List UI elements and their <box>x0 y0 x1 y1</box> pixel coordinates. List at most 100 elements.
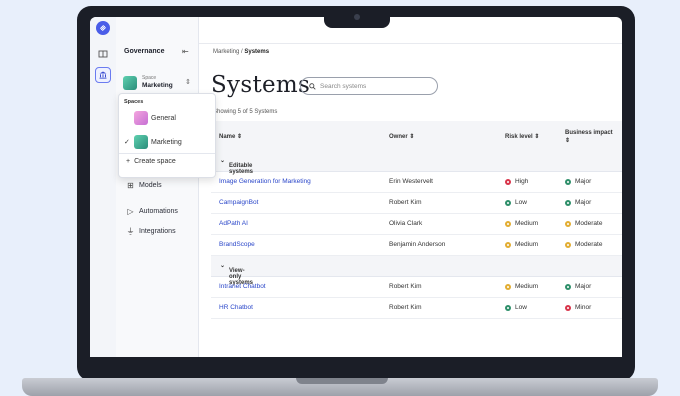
create-space-label: Create space <box>134 158 176 165</box>
spaces-dropdown: Spaces General ✓ Marketing + Create spac… <box>118 93 216 178</box>
status-dot-icon <box>565 304 571 311</box>
impact-label: Major <box>575 178 592 185</box>
system-name-link[interactable]: BrandScope <box>219 241 255 248</box>
space-kicker: Space <box>142 75 157 81</box>
app-logo-icon[interactable] <box>96 21 110 35</box>
sidebar-item-label: Automations <box>139 208 178 215</box>
table-group-header[interactable]: ⌄ Editable systems <box>211 151 622 175</box>
top-bar <box>199 17 622 44</box>
divider <box>119 153 215 154</box>
system-name-link[interactable]: Intranet Chatbot <box>219 283 266 290</box>
governance-icon[interactable] <box>95 67 111 83</box>
risk-label: High <box>515 178 529 185</box>
impact-label: Moderate <box>575 241 603 248</box>
risk-level-cell: Medium <box>505 241 538 248</box>
status-dot-icon <box>565 283 571 290</box>
check-icon: ✓ <box>124 139 130 146</box>
breadcrumb: Marketing / Systems <box>213 49 269 55</box>
plug-icon: ⏚ <box>126 227 135 236</box>
sidebar-title: Governance <box>124 48 165 55</box>
risk-label: Medium <box>515 220 539 227</box>
plus-icon: + <box>126 158 131 165</box>
space-thumbnail <box>123 76 137 90</box>
sidebar-item-models[interactable]: ⊞ Models <box>126 181 162 190</box>
dropdown-heading: Spaces <box>124 99 144 105</box>
space-option-general[interactable]: General <box>124 109 210 127</box>
search-box[interactable] <box>300 77 438 95</box>
risk-level-cell: Low <box>505 199 527 206</box>
risk-level-cell: Medium <box>505 220 538 227</box>
owner-cell: Benjamin Anderson <box>389 241 446 248</box>
breadcrumb-parent[interactable]: Marketing <box>213 49 239 55</box>
collapse-left-icon[interactable]: ⇤ <box>182 47 189 56</box>
group-label: ⌄ Editable systems <box>220 158 254 175</box>
space-name: Marketing <box>142 82 173 89</box>
system-name-link[interactable]: Image Generation for Marketing <box>219 178 311 185</box>
search-input[interactable] <box>320 82 430 90</box>
risk-label: Medium <box>515 283 539 290</box>
risk-label: Low <box>515 304 527 311</box>
table-group-header[interactable]: ⌄ View-only systems <box>211 256 622 286</box>
space-option-label: Marketing <box>151 138 182 146</box>
status-dot-icon <box>565 199 571 206</box>
table-row[interactable]: Image Generation for Marketing Erin Weste… <box>211 172 622 193</box>
column-name[interactable]: Name ⇕ <box>219 133 242 140</box>
space-thumbnail <box>134 135 148 149</box>
search-icon <box>309 82 316 90</box>
owner-cell: Robert Kim <box>389 304 422 311</box>
sidebar-item-label: Integrations <box>139 228 176 235</box>
group-label: ⌄ View-only systems <box>220 263 254 286</box>
breadcrumb-current: Systems <box>244 49 270 55</box>
play-icon: ▷ <box>127 207 134 216</box>
column-risk-level[interactable]: Risk level ⇕ <box>505 133 539 140</box>
table-row[interactable]: Intranet Chatbot Robert Kim Medium Major <box>211 277 622 298</box>
space-option-marketing[interactable]: ✓ Marketing <box>124 133 210 151</box>
owner-cell: Olivia Clark <box>389 220 423 227</box>
laptop-base-notch <box>296 378 388 384</box>
space-option-label: General <box>151 114 176 122</box>
sidebar: Governance ⇤ Space Marketing ⇕ ⊞ Models … <box>116 17 199 357</box>
table-row[interactable]: CampaignBot Robert Kim Low Major <box>211 193 622 214</box>
create-space-button[interactable]: + Create space <box>126 158 176 165</box>
table-row[interactable]: HR Chatbot Robert Kim Low Minor <box>211 298 622 319</box>
status-dot-icon <box>505 304 511 311</box>
system-name-link[interactable]: HR Chatbot <box>219 304 253 311</box>
system-name-link[interactable]: AdPath AI <box>219 220 248 227</box>
chevron-up-down-icon: ⇕ <box>185 79 191 86</box>
business-impact-cell: Major <box>565 283 591 290</box>
sidebar-item-automations[interactable]: ▷ Automations <box>126 207 178 216</box>
sidebar-item-label: Models <box>139 182 162 189</box>
owner-cell: Robert Kim <box>389 199 422 206</box>
risk-label: Low <box>515 199 527 206</box>
sidebar-item-integrations[interactable]: ⏚ Integrations <box>126 226 176 237</box>
table-row[interactable]: AdPath AI Olivia Clark Medium Moderate <box>211 214 622 235</box>
icon-rail <box>90 17 117 357</box>
column-owner[interactable]: Owner ⇕ <box>389 133 414 140</box>
system-name-link[interactable]: CampaignBot <box>219 199 258 206</box>
business-impact-cell: Moderate <box>565 220 602 227</box>
table-header: Name ⇕ Owner ⇕ Risk level ⇕ Business imp… <box>211 121 622 152</box>
risk-level-cell: Medium <box>505 283 538 290</box>
models-icon: ⊞ <box>127 181 134 190</box>
business-impact-cell: Moderate <box>565 241 602 248</box>
column-business-impact[interactable]: Business impact ⇕ <box>565 129 613 145</box>
status-dot-icon <box>565 220 571 227</box>
impact-label: Major <box>575 199 592 206</box>
status-dot-icon <box>565 178 571 185</box>
risk-level-cell: Low <box>505 304 527 311</box>
result-count: Showing 5 of 5 Systems <box>213 109 278 115</box>
status-dot-icon <box>505 199 511 206</box>
status-dot-icon <box>565 241 571 248</box>
space-selector[interactable]: Space Marketing ⇕ <box>123 74 193 92</box>
table-row[interactable]: BrandScope Benjamin Anderson Medium Moderat… <box>211 235 622 256</box>
main-content: Marketing / Systems Systems Showing 5 of… <box>199 17 622 357</box>
status-dot-icon <box>505 241 511 248</box>
owner-cell: Erin Westervelt <box>389 178 433 185</box>
space-thumbnail <box>134 111 148 125</box>
book-icon[interactable] <box>95 46 111 62</box>
business-impact-cell: Major <box>565 178 591 185</box>
impact-label: Moderate <box>575 220 603 227</box>
status-dot-icon <box>505 178 511 185</box>
impact-label: Major <box>575 283 592 290</box>
app-screen: Governance ⇤ Space Marketing ⇕ ⊞ Models … <box>90 17 622 357</box>
